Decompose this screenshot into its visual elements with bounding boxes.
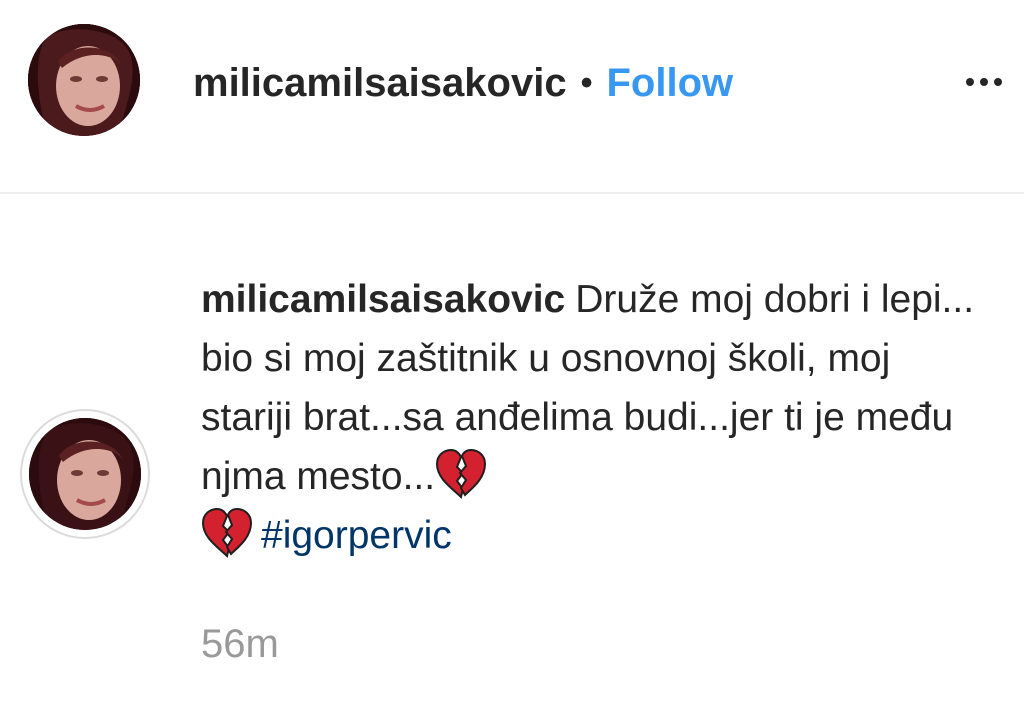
hashtag-link[interactable]: #igorpervic bbox=[261, 514, 452, 557]
instagram-post-view: milicamilsaisakovic • Follow milicamilsa… bbox=[0, 0, 1024, 709]
more-options-dot bbox=[980, 78, 988, 86]
comment-username[interactable]: milicamilsaisakovic bbox=[201, 278, 565, 321]
more-options-dot bbox=[966, 78, 974, 86]
comment-timestamp[interactable]: 56m bbox=[201, 618, 279, 670]
profile-avatar[interactable] bbox=[28, 24, 140, 136]
post-header: milicamilsaisakovic • Follow bbox=[0, 0, 1024, 194]
profile-photo bbox=[28, 24, 140, 136]
post-header-line: milicamilsaisakovic • Follow bbox=[193, 57, 733, 109]
broken-heart-icon bbox=[436, 449, 487, 499]
follow-button[interactable]: Follow bbox=[606, 57, 733, 109]
comment-profile-photo bbox=[29, 418, 141, 530]
comment-avatar[interactable] bbox=[29, 418, 141, 530]
post-username[interactable]: milicamilsaisakovic bbox=[193, 57, 567, 109]
comment-avatar-ring[interactable] bbox=[20, 409, 150, 539]
more-options-icon[interactable] bbox=[958, 60, 1010, 104]
more-options-dot bbox=[994, 78, 1002, 86]
separator-dot: • bbox=[580, 64, 593, 102]
broken-heart-icon bbox=[201, 508, 253, 558]
comment-body: milicamilsaisakovic Druže moj dobri i lep… bbox=[201, 270, 991, 565]
